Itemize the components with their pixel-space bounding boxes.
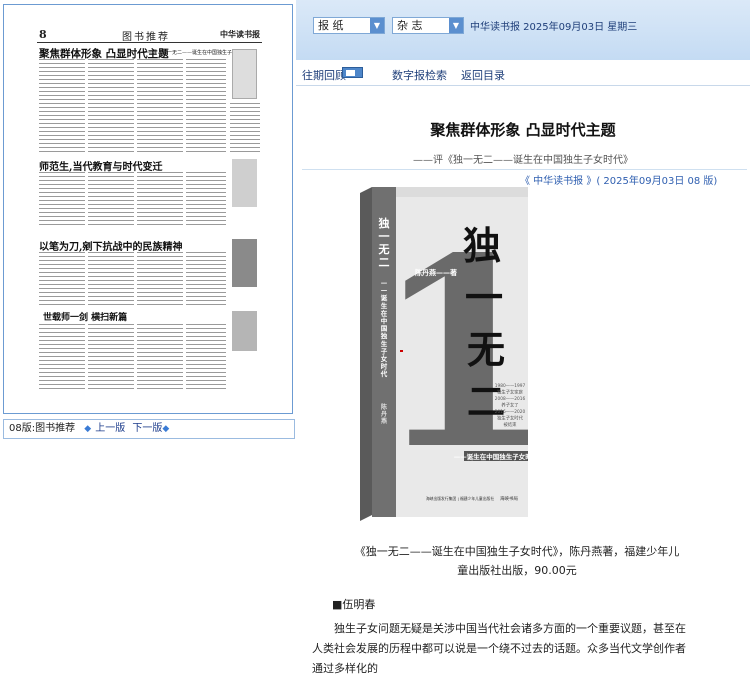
- cover-subtitle: ——诞生在中国独生子女时代: [454, 452, 528, 461]
- spine-title-char: 独: [378, 216, 390, 230]
- spine-author-char: 丹: [381, 410, 387, 418]
- thumbnail-headline-3[interactable]: 以笔为刀,剜下抗战中的民族精神: [39, 238, 182, 253]
- spine-subtitle-char: 代: [380, 369, 388, 378]
- text-column: [39, 172, 85, 228]
- cover-timeline-line: 独生子女时代: [497, 415, 523, 422]
- cover-timeline-line: 独生子女家庭: [497, 389, 523, 396]
- page-pager: 08版:图书推荐 ◆ 上一版 下一版◆: [3, 419, 295, 439]
- spine-author-char: 燕: [381, 417, 387, 425]
- text-column: [186, 172, 226, 228]
- calendar-icon[interactable]: [342, 67, 363, 78]
- page-section-title: 图书推荐: [122, 32, 170, 43]
- thumbnail-headline-4[interactable]: 世载师一剑 横扫新篇: [43, 310, 127, 323]
- text-column: [137, 172, 183, 228]
- next-page-link[interactable]: 下一版: [132, 423, 162, 434]
- book-cover-image: 1 独一无二 — — 诞生在中国独生子女时代陈丹燕 独一无二陈丹燕——著 1980——…: [360, 187, 554, 523]
- back-issues-link[interactable]: 往期回顾: [302, 67, 346, 83]
- cover-author: 陈丹燕——著: [415, 268, 457, 277]
- article-title: 聚焦群体形象 凸显时代主题: [430, 121, 616, 139]
- next-arrow-icon: ◆: [162, 424, 170, 434]
- article-subtitle: ——评《独一无二——诞生在中国独生子女时代》: [413, 155, 633, 166]
- book-cover-thumb: [232, 49, 257, 99]
- page-label: 08版:图书推荐: [9, 423, 76, 434]
- thumbnail-headline-2[interactable]: 师范生,当代教育与时代变迁: [39, 158, 162, 173]
- cover-timeline-line: 被结束: [504, 421, 518, 428]
- text-column: [39, 59, 85, 155]
- spine-title-char: 二: [379, 256, 390, 269]
- issue-date-info: 中华读书报 2025年09月03日 星期三: [470, 22, 638, 33]
- nav-bar: 往期回顾 数字报检索 返回目录: [296, 60, 750, 86]
- article-panel: 报 纸 ▼ 杂 志 ▼ 中华读书报 2025年09月03日 星期三 往期回顾 数…: [296, 0, 750, 675]
- page-preview-panel: 8 图书推荐 中华读书报 聚焦群体形象 凸显时代主题 ——评《独一无二——诞生在…: [0, 0, 296, 651]
- text-column: [88, 252, 134, 306]
- masthead-logo: 中华读书报: [220, 29, 260, 39]
- text-column: [186, 324, 226, 390]
- page-number: 8: [39, 28, 47, 41]
- text-column: [88, 172, 134, 228]
- divider: [302, 169, 747, 170]
- chevron-down-icon: ▼: [449, 18, 463, 33]
- article-source: 《 中华读书报 》( 2025年09月03日 08 版): [520, 176, 718, 187]
- book-cover-thumb: [232, 311, 257, 351]
- text-column: [230, 103, 260, 155]
- prev-page-link[interactable]: 上一版: [95, 423, 125, 434]
- top-toolbar: 报 纸 ▼ 杂 志 ▼ 中华读书报 2025年09月03日 星期三: [296, 0, 750, 60]
- cover-title-char: 一: [465, 275, 503, 320]
- cover-publisher: 海峡出版发行集团 | 福建少年儿童出版社: [426, 496, 494, 501]
- cover-timeline-line: 2008——2016: [495, 396, 526, 402]
- spine-title-char: 一: [379, 230, 390, 243]
- magazine-select-value: 杂 志: [397, 19, 423, 32]
- text-column: [186, 252, 226, 306]
- image-caption: 《独一无二——诞生在中国独生子女时代》，陈丹燕著，福建少年儿童出版社出版，90.…: [354, 545, 680, 577]
- text-column: [39, 324, 85, 390]
- book-cover-thumb: [232, 239, 257, 287]
- newspaper-page-frame: 8 图书推荐 中华读书报 聚焦群体形象 凸显时代主题 ——评《独一无二——诞生在…: [3, 4, 293, 414]
- text-column: [88, 324, 134, 390]
- article-body: 独生子女问题无疑是关涉中国当代社会诸多方面的一个重要议题，甚至在人类社会发展的历…: [312, 622, 686, 675]
- cover-timeline-line: 1980——1997: [495, 383, 526, 389]
- magazine-select[interactable]: 杂 志 ▼: [392, 17, 464, 34]
- cover-title-char: 独: [463, 223, 501, 268]
- text-column: [137, 252, 183, 306]
- cover-brand: 海峡书局: [500, 495, 518, 502]
- newspaper-select[interactable]: 报 纸 ▼: [313, 17, 385, 34]
- spine-author-char: 陈: [381, 403, 387, 411]
- text-column: [39, 252, 85, 306]
- spine-title-char: 无: [378, 243, 390, 256]
- newspaper-page-header: 8 图书推荐 中华读书报: [37, 27, 262, 43]
- text-column: [88, 59, 134, 155]
- book-cover-thumb: [232, 159, 257, 207]
- text-column: [137, 324, 183, 390]
- chevron-down-icon: ▼: [370, 18, 384, 33]
- newspaper-select-value: 报 纸: [318, 19, 344, 32]
- text-column: [186, 59, 226, 155]
- digital-search-link[interactable]: 数字报检索: [392, 67, 447, 83]
- return-catalog-link[interactable]: 返回目录: [461, 67, 505, 83]
- text-column: [137, 59, 183, 155]
- cover-timeline-line: 养子女了: [501, 402, 518, 409]
- cover-title-char: 无: [467, 327, 505, 372]
- prev-arrow-icon: ◆: [84, 424, 92, 434]
- cover-timeline-line: 2016——2020: [495, 409, 526, 415]
- newspaper-page-thumbnail[interactable]: 8 图书推荐 中华读书报 聚焦群体形象 凸显时代主题 ——评《独一无二——诞生在…: [37, 27, 262, 393]
- article-author: ■伍明春: [332, 598, 376, 611]
